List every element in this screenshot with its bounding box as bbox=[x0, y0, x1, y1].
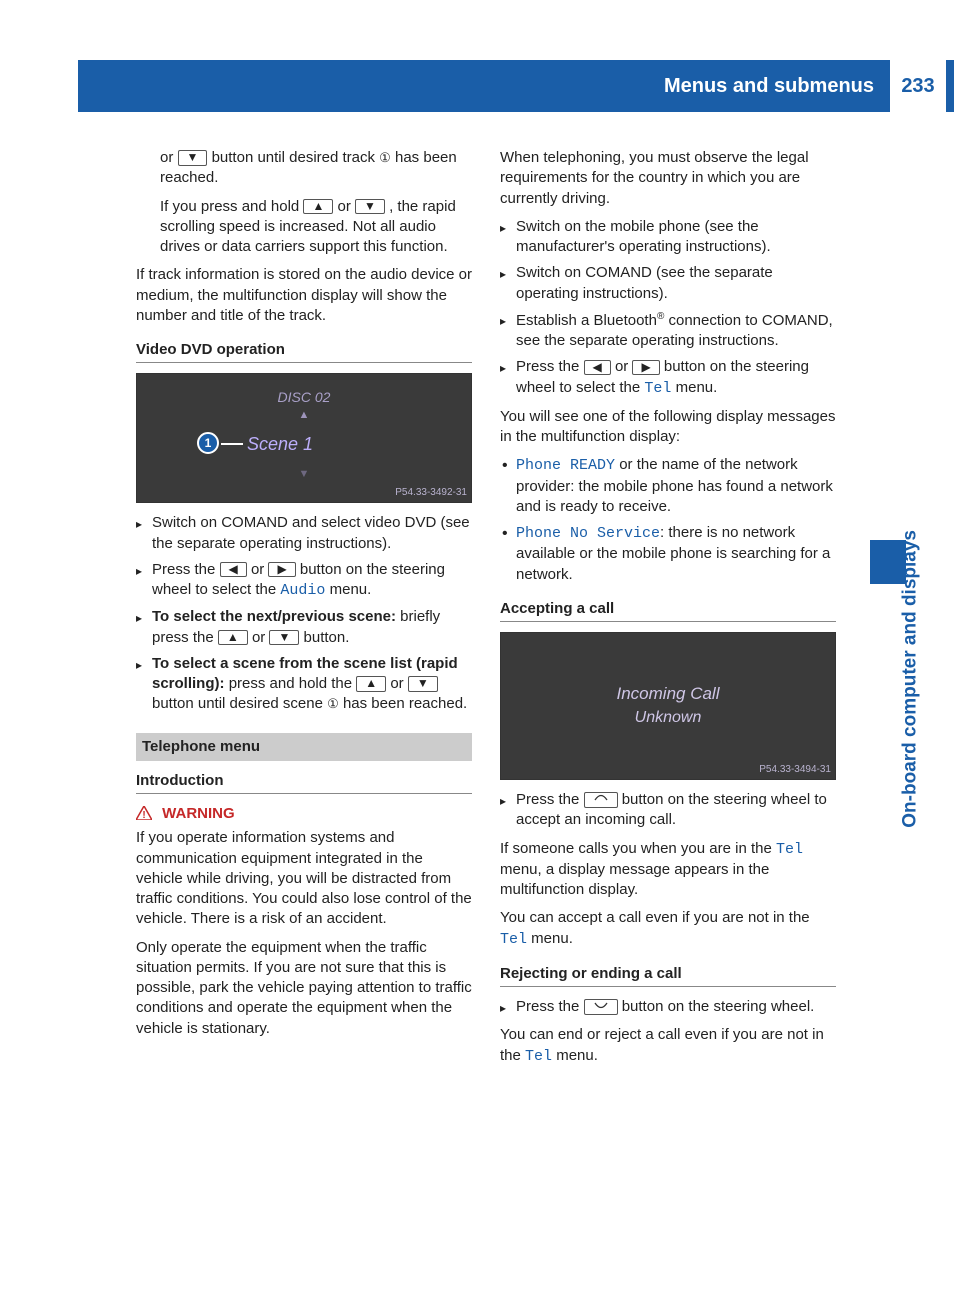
dvd-step-2: Press the ◀ or ▶ button on the steering … bbox=[136, 560, 472, 602]
marker-1-icon: ① bbox=[379, 149, 391, 167]
dvd-down-icon: ▼ bbox=[137, 467, 471, 482]
para-track-reached: or ▼ button until desired track ① has be… bbox=[160, 148, 472, 189]
right-column: When telephoning, you must observe the l… bbox=[500, 148, 836, 1075]
heading-introduction: Introduction bbox=[136, 771, 472, 794]
down-button-icon: ▼ bbox=[355, 199, 385, 214]
page-number: 233 bbox=[890, 60, 946, 112]
dvd-step-3: To select the next/previous scene: brief… bbox=[136, 607, 472, 648]
accept-para-2: You can accept a call even if you are no… bbox=[500, 908, 836, 950]
accept-step-1: Press the button on the steering wheel t… bbox=[500, 790, 836, 831]
reject-steps-list: Press the button on the steering wheel. bbox=[500, 997, 836, 1017]
reject-step-1: Press the button on the steering wheel. bbox=[500, 997, 836, 1017]
dvd-steps-list: Switch on COMAND and select video DVD (s… bbox=[136, 513, 472, 714]
heading-accepting: Accepting a call bbox=[500, 599, 836, 622]
up-button-icon: ▲ bbox=[303, 199, 333, 214]
side-tab-thumb bbox=[870, 540, 906, 584]
call-display-image: Incoming Call Unknown P54.33-3494-31 bbox=[500, 632, 836, 780]
down-button-icon: ▼ bbox=[269, 630, 299, 645]
down-button-icon: ▼ bbox=[408, 676, 438, 691]
left-button-icon: ◀ bbox=[220, 562, 247, 577]
section-telephone: Telephone menu bbox=[136, 733, 472, 761]
para-track-info: If track information is stored on the au… bbox=[136, 265, 472, 326]
para-legal: When telephoning, you must observe the l… bbox=[500, 148, 836, 209]
dvd-display-image: DISC 02 ▲ 1 Scene 1 ▼ P54.33-3492-31 bbox=[136, 373, 472, 503]
tel-step-2: Switch on COMAND (see the separate opera… bbox=[500, 263, 836, 304]
heading-rejecting: Rejecting or ending a call bbox=[500, 964, 836, 987]
dvd-disc-label: DISC 02 bbox=[137, 388, 471, 407]
msg-ready: Phone READY or the name of the network p… bbox=[500, 455, 836, 517]
reject-para-1: You can end or reject a call even if you… bbox=[500, 1025, 836, 1067]
svg-text:!: ! bbox=[142, 810, 145, 820]
accept-steps-list: Press the button on the steering wheel t… bbox=[500, 790, 836, 831]
warning-heading: ! WARNING bbox=[136, 804, 472, 824]
left-button-icon: ◀ bbox=[584, 360, 611, 375]
call-image-code: P54.33-3494-31 bbox=[759, 763, 831, 777]
warning-para-2: Only operate the equipment when the traf… bbox=[136, 938, 472, 1039]
call-line-2: Unknown bbox=[501, 707, 835, 729]
msg-no-service: Phone No Service: there is no network av… bbox=[500, 523, 836, 585]
call-line-1: Incoming Call bbox=[501, 683, 835, 706]
end-call-icon bbox=[584, 999, 618, 1014]
header-title: Menus and submenus bbox=[664, 73, 874, 100]
down-button-icon: ▼ bbox=[178, 150, 208, 165]
tel-step-3: Establish a Bluetooth® connection to COM… bbox=[500, 310, 836, 352]
dvd-marker-line bbox=[221, 443, 243, 445]
dvd-image-code: P54.33-3492-31 bbox=[395, 486, 467, 500]
para-display-msgs: You will see one of the following displa… bbox=[500, 407, 836, 448]
side-tab: On-board computer and displays bbox=[868, 160, 908, 550]
dvd-up-icon: ▲ bbox=[137, 408, 471, 423]
content: or ▼ button until desired track ① has be… bbox=[136, 148, 836, 1075]
accept-call-icon bbox=[584, 792, 618, 807]
warning-icon: ! bbox=[136, 806, 152, 820]
para-rapid-scroll: If you press and hold ▲ or ▼ , the rapid… bbox=[160, 197, 472, 258]
dvd-step-4: To select a scene from the scene list (r… bbox=[136, 654, 472, 715]
marker-1-icon: ① bbox=[327, 695, 339, 713]
page-header: Menus and submenus 233 bbox=[78, 60, 954, 112]
dvd-step-1: Switch on COMAND and select video DVD (s… bbox=[136, 513, 472, 554]
tel-step-1: Switch on the mobile phone (see the manu… bbox=[500, 217, 836, 258]
dvd-scene-label: Scene 1 bbox=[247, 432, 313, 456]
up-button-icon: ▲ bbox=[218, 630, 248, 645]
audio-menu-label: Audio bbox=[280, 582, 325, 599]
dvd-marker-1: 1 bbox=[197, 432, 219, 454]
warning-para-1: If you operate information systems and c… bbox=[136, 828, 472, 929]
tel-menu-label: Tel bbox=[644, 380, 671, 397]
accept-para-1: If someone calls you when you are in the… bbox=[500, 839, 836, 901]
right-button-icon: ▶ bbox=[632, 360, 659, 375]
left-column: or ▼ button until desired track ① has be… bbox=[136, 148, 472, 1075]
right-button-icon: ▶ bbox=[268, 562, 295, 577]
tel-step-4: Press the ◀ or ▶ button on the steering … bbox=[500, 357, 836, 399]
tel-steps-list: Switch on the mobile phone (see the manu… bbox=[500, 217, 836, 399]
heading-dvd: Video DVD operation bbox=[136, 340, 472, 363]
up-button-icon: ▲ bbox=[356, 676, 386, 691]
display-messages-list: Phone READY or the name of the network p… bbox=[500, 455, 836, 585]
